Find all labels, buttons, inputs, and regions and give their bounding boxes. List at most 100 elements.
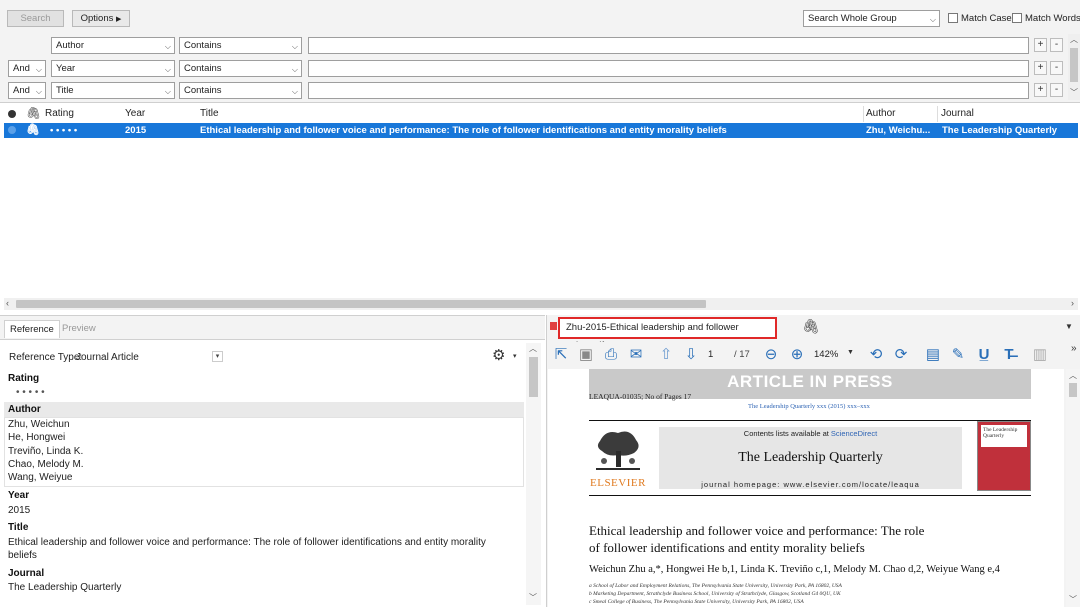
scroll-up-icon[interactable]: ︿ xyxy=(529,343,537,354)
pdf-file-icon xyxy=(550,322,557,330)
underline-icon[interactable]: U̲ xyxy=(975,346,993,364)
title-label: Title xyxy=(8,522,29,533)
print-icon[interactable]: ⎙ xyxy=(602,346,620,364)
search-field-select-3[interactable]: Title ⌵ xyxy=(51,82,175,99)
reference-type-dropdown-icon[interactable]: ▾ xyxy=(212,351,223,362)
pdf-scrollbar[interactable]: ︿ ﹀ xyxy=(1066,369,1080,607)
email-icon[interactable]: ✉ xyxy=(627,346,645,364)
bool-select-3[interactable]: And ⌵ xyxy=(8,82,46,99)
scroll-up-icon[interactable]: ︿ xyxy=(1069,370,1077,381)
search-field-select-1[interactable]: Author ⌵ xyxy=(51,37,175,54)
match-words-checkbox[interactable] xyxy=(1012,13,1022,23)
tab-preview[interactable]: Preview xyxy=(57,320,101,338)
zoom-out-icon[interactable]: ⊖ xyxy=(762,346,780,364)
elsevier-tree-logo xyxy=(590,427,646,473)
page-up-icon[interactable]: ⇧ xyxy=(657,346,675,364)
search-operator-select-1[interactable]: Contains ⌵ xyxy=(179,37,302,54)
pdf-tab[interactable]: Zhu-2015-Ethical leadership and follower… xyxy=(558,317,777,351)
search-value-input-2[interactable] xyxy=(308,60,1029,77)
settings-gear-icon[interactable]: ⚙ xyxy=(492,346,505,364)
zoom-in-icon[interactable]: ⊕ xyxy=(788,346,806,364)
col-year[interactable]: Year xyxy=(125,108,145,119)
author-item: Zhu, Weichun xyxy=(8,419,70,430)
remove-row-button[interactable]: - xyxy=(1050,83,1063,97)
scroll-thumb[interactable] xyxy=(1070,48,1078,82)
col-rating[interactable]: Rating xyxy=(45,108,74,119)
journal-name: The Leadership Quarterly xyxy=(738,450,883,465)
highlighter-icon[interactable]: ✎ xyxy=(949,346,967,364)
tab-reference[interactable]: Reference xyxy=(4,320,60,338)
add-row-button[interactable]: + xyxy=(1034,61,1047,75)
sticky-note-icon[interactable]: ▤ xyxy=(924,346,942,364)
author-item: Wang, Weiyue xyxy=(8,472,73,483)
scroll-down-icon[interactable]: ﹀ xyxy=(1069,594,1077,605)
col-divider[interactable] xyxy=(937,106,938,122)
search-value-input-3[interactable] xyxy=(308,82,1029,99)
reference-scrollbar[interactable]: ︿ ﹀ xyxy=(526,343,541,605)
read-status-icon[interactable] xyxy=(8,110,16,118)
contents-line: Contents lists available at ScienceDirec… xyxy=(659,429,962,438)
sidebar-toggle-icon[interactable]: ▥ xyxy=(1031,346,1049,364)
open-external-icon[interactable]: ⇱ xyxy=(552,346,570,364)
table-row[interactable]: 🖇 • • • • • 2015 Ethical leadership and … xyxy=(4,123,1078,138)
reference-type-value[interactable]: Journal Article xyxy=(76,352,139,363)
scroll-up-icon[interactable]: ︿ xyxy=(1070,34,1078,45)
results-hscroll-thumb[interactable] xyxy=(16,300,706,308)
sciencedirect-link[interactable]: ScienceDirect xyxy=(831,429,877,438)
options-button[interactable]: Options ▶ xyxy=(72,10,130,27)
scroll-thumb[interactable] xyxy=(1069,383,1077,397)
col-journal[interactable]: Journal xyxy=(941,108,974,119)
scroll-down-icon[interactable]: ﹀ xyxy=(529,592,537,603)
add-row-button[interactable]: + xyxy=(1034,83,1047,97)
paperclip-icon[interactable]: 🖇 xyxy=(802,318,820,335)
search-scrollbar[interactable]: ︿ ﹀ xyxy=(1068,34,1080,100)
year-label: Year xyxy=(8,490,30,501)
col-author[interactable]: Author xyxy=(866,108,895,119)
search-button[interactable]: Search xyxy=(7,10,64,27)
zoom-level[interactable]: 142% xyxy=(814,349,838,360)
col-title[interactable]: Title xyxy=(200,108,219,119)
add-row-button[interactable]: + xyxy=(1034,38,1047,52)
remove-row-button[interactable]: - xyxy=(1050,61,1063,75)
search-field-select-2[interactable]: Year ⌵ xyxy=(51,60,175,77)
rotate-right-icon[interactable]: ⟳ xyxy=(892,346,910,364)
journal-label: Journal xyxy=(8,568,45,579)
save-icon[interactable]: ▣ xyxy=(577,346,595,364)
more-tools-icon[interactable]: » xyxy=(1071,343,1077,354)
match-case-checkbox[interactable] xyxy=(948,13,958,23)
scroll-left-icon[interactable]: ‹ xyxy=(6,298,9,308)
author-item: Chao, Melody M. xyxy=(8,459,84,470)
year-value[interactable]: 2015 xyxy=(8,505,30,516)
tab-menu-icon[interactable]: ▼ xyxy=(1065,322,1073,331)
strikethrough-icon[interactable]: T̶ xyxy=(1000,346,1018,364)
journal-homepage: journal homepage: www.elsevier.com/locat… xyxy=(701,480,920,489)
scroll-thumb[interactable] xyxy=(529,357,538,397)
attachment-icon[interactable]: 🖇 xyxy=(26,106,41,120)
search-operator-select-3[interactable]: Contains ⌵ xyxy=(179,82,302,99)
options-label: Options xyxy=(80,13,114,24)
remove-row-button[interactable]: - xyxy=(1050,38,1063,52)
page-number-input[interactable]: 1 xyxy=(708,349,713,360)
col-divider[interactable] xyxy=(863,106,864,122)
rating-value[interactable]: • • • • • xyxy=(16,387,45,398)
scroll-down-icon[interactable]: ﹀ xyxy=(1070,87,1078,98)
title-value-line2[interactable]: beliefs xyxy=(8,550,37,561)
chevron-down-icon[interactable]: ▾ xyxy=(513,352,517,360)
search-operator-select-2[interactable]: Contains ⌵ xyxy=(179,60,302,77)
scroll-right-icon[interactable]: › xyxy=(1071,298,1074,308)
zoom-dropdown-icon[interactable]: ▼ xyxy=(847,349,854,356)
field-value: Year xyxy=(56,63,76,74)
search-value-input-1[interactable] xyxy=(308,37,1029,54)
title-value-line1[interactable]: Ethical leadership and follower voice an… xyxy=(8,537,486,548)
search-scope-select[interactable]: Search Whole Group ⌵ xyxy=(803,10,940,27)
bool-select-2[interactable]: And ⌵ xyxy=(8,60,46,77)
contents-prefix: Contents lists available at xyxy=(743,429,831,438)
operator-value: Contains xyxy=(184,63,222,74)
pdf-page[interactable]: ARTICLE IN PRESS LEAQUA-01035; No of Pag… xyxy=(548,369,1064,607)
field-value: Title xyxy=(56,85,74,96)
page-down-icon[interactable]: ⇩ xyxy=(682,346,700,364)
affiliation-c: c Smeal College of Business, The Pennsyl… xyxy=(589,599,804,605)
row-journal: The Leadership Quarterly xyxy=(942,125,1058,136)
rotate-left-icon[interactable]: ⟲ xyxy=(867,346,885,364)
journal-value[interactable]: The Leadership Quarterly xyxy=(8,582,121,593)
